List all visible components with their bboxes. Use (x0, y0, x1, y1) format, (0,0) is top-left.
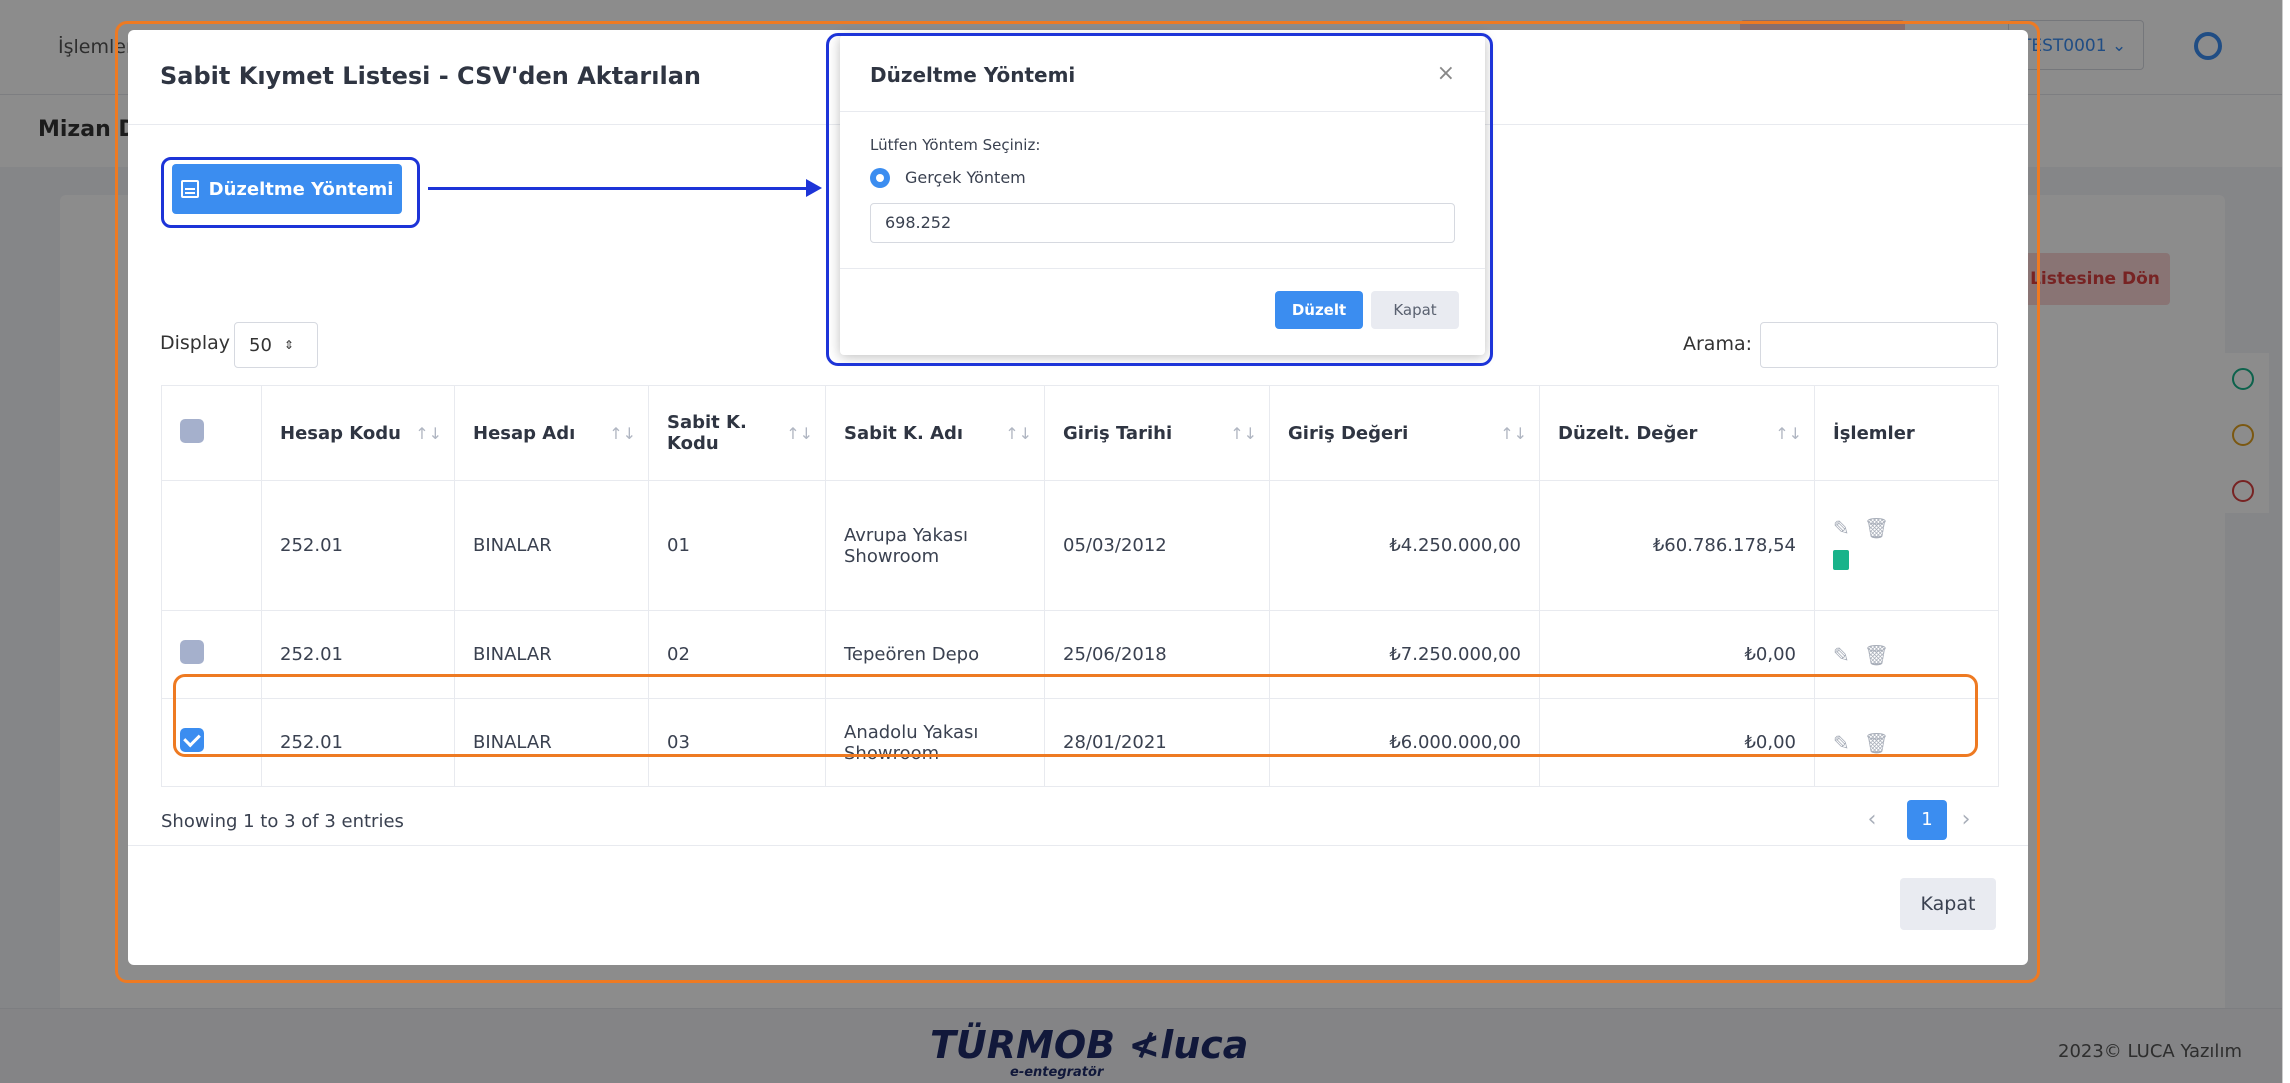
annotation-arrow (428, 179, 822, 197)
window-edge (2282, 0, 2290, 1083)
annotation-dialog-outline (826, 33, 1493, 366)
annotation-row-outline (173, 674, 1978, 757)
annotation-button-outline (161, 157, 420, 228)
